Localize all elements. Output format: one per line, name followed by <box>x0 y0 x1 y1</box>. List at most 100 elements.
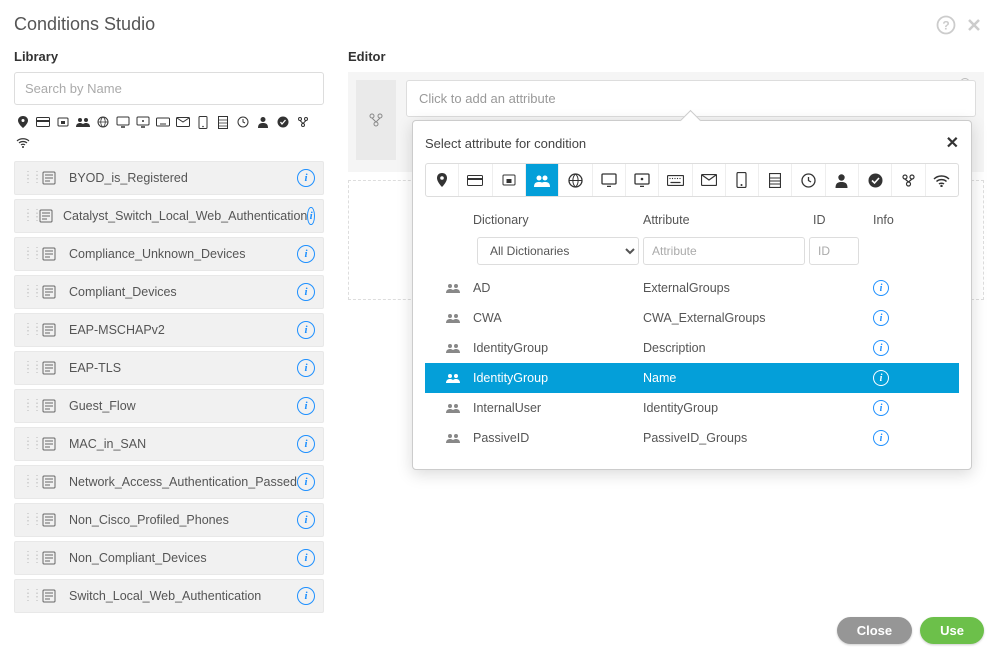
user-icon[interactable] <box>254 113 272 131</box>
server-icon[interactable] <box>214 113 232 131</box>
condition-icon <box>39 399 59 413</box>
hierarchy-icon[interactable] <box>294 113 312 131</box>
condition-icon <box>39 589 59 603</box>
server-icon[interactable] <box>759 164 792 196</box>
page-title: Conditions Studio <box>14 14 155 35</box>
library-item[interactable]: ⋮⋮⋮⋮EAP-TLSi <box>14 351 324 385</box>
info-icon[interactable]: i <box>297 359 315 377</box>
id-filter-input[interactable] <box>809 237 859 265</box>
location-icon[interactable] <box>426 164 459 196</box>
info-icon[interactable]: i <box>873 370 889 386</box>
info-icon[interactable]: i <box>297 283 315 301</box>
drag-handle-icon[interactable]: ⋮⋮⋮⋮ <box>23 478 33 486</box>
info-icon[interactable]: i <box>297 587 315 605</box>
library-item[interactable]: ⋮⋮⋮⋮ Non_Compliant_Devicesi <box>14 541 324 575</box>
library-item-label: Non_Compliant_Devices <box>69 551 297 565</box>
info-icon[interactable]: i <box>297 511 315 529</box>
attribute-filter-input[interactable] <box>643 237 805 265</box>
check-circle-icon[interactable] <box>274 113 292 131</box>
help-icon[interactable]: ? <box>936 15 956 35</box>
library-item[interactable]: ⋮⋮⋮⋮ BYOD_is_Registeredi <box>14 161 324 195</box>
drag-handle-icon[interactable]: ⋮⋮⋮⋮ <box>23 402 33 410</box>
port-icon[interactable] <box>54 113 72 131</box>
popup-close-icon[interactable]: ✕ <box>946 133 959 153</box>
users-icon <box>446 373 460 383</box>
info-icon[interactable]: i <box>297 321 315 339</box>
info-icon[interactable]: i <box>297 245 315 263</box>
location-icon[interactable] <box>14 113 32 131</box>
info-icon[interactable]: i <box>873 340 889 356</box>
attribute-row[interactable]: CWA CWA_ExternalGroups i <box>425 303 959 333</box>
info-icon[interactable]: i <box>873 400 889 416</box>
close-icon[interactable] <box>964 15 984 35</box>
attribute-row[interactable]: PassiveID PassiveID_Groups i <box>425 423 959 453</box>
mobile-icon[interactable] <box>194 113 212 131</box>
envelope-icon[interactable] <box>693 164 726 196</box>
library-item-label: EAP-MSCHAPv2 <box>69 323 297 337</box>
clock-icon[interactable] <box>234 113 252 131</box>
hierarchy-icon[interactable] <box>892 164 925 196</box>
library-item-label: Catalyst_Switch_Local_Web_Authentication <box>63 209 307 223</box>
dictionary-filter-select[interactable]: All Dictionaries <box>477 237 639 265</box>
globe-icon[interactable] <box>94 113 112 131</box>
attribute-row[interactable]: IdentityGroup Name i <box>425 363 959 393</box>
attribute-row[interactable]: IdentityGroup Description i <box>425 333 959 363</box>
keyboard-icon[interactable] <box>154 113 172 131</box>
drag-handle-icon[interactable]: ⋮⋮⋮⋮ <box>23 364 33 372</box>
port-icon[interactable] <box>493 164 526 196</box>
info-icon[interactable]: i <box>873 280 889 296</box>
monitor1-icon[interactable] <box>593 164 626 196</box>
info-icon[interactable]: i <box>297 549 315 567</box>
check-circle-icon[interactable] <box>859 164 892 196</box>
globe-icon[interactable] <box>559 164 592 196</box>
library-item[interactable]: ⋮⋮⋮⋮ EAP-MSCHAPv2i <box>14 313 324 347</box>
wifi-icon[interactable] <box>926 164 958 196</box>
info-icon[interactable]: i <box>297 169 315 187</box>
card-icon[interactable] <box>459 164 492 196</box>
drag-handle-icon[interactable]: ⋮⋮⋮⋮ <box>23 554 33 562</box>
users-icon[interactable] <box>526 164 559 196</box>
library-item[interactable]: ⋮⋮⋮⋮Non_Cisco_Profiled_Phonesi <box>14 503 324 537</box>
drag-handle-icon[interactable]: ⋮⋮⋮⋮ <box>23 326 33 334</box>
users-icon[interactable] <box>74 113 92 131</box>
monitor1-icon[interactable] <box>114 113 132 131</box>
info-icon[interactable]: i <box>307 207 315 225</box>
drag-handle-icon[interactable]: ⋮⋮⋮⋮ <box>23 592 33 600</box>
search-input[interactable] <box>14 72 324 105</box>
use-button[interactable]: Use <box>920 617 984 644</box>
library-item[interactable]: ⋮⋮⋮⋮Compliance_Unknown_Devicesi <box>14 237 324 271</box>
user-icon[interactable] <box>826 164 859 196</box>
info-icon[interactable]: i <box>297 473 315 491</box>
monitor2-icon[interactable] <box>626 164 659 196</box>
monitor2-icon[interactable] <box>134 113 152 131</box>
library-item[interactable]: ⋮⋮⋮⋮Guest_Flowi <box>14 389 324 423</box>
mobile-icon[interactable] <box>726 164 759 196</box>
library-item[interactable]: ⋮⋮⋮⋮Network_Access_Authentication_Passed… <box>14 465 324 499</box>
drag-handle-icon[interactable]: ⋮⋮⋮⋮ <box>23 288 33 296</box>
attribute-row[interactable]: AD ExternalGroups i <box>425 273 959 303</box>
close-button[interactable]: Close <box>837 617 912 644</box>
info-icon[interactable]: i <box>297 397 315 415</box>
editor-side-handle[interactable] <box>356 80 396 160</box>
condition-icon <box>39 361 59 375</box>
info-icon[interactable]: i <box>873 430 889 446</box>
library-item[interactable]: ⋮⋮⋮⋮MAC_in_SANi <box>14 427 324 461</box>
library-item[interactable]: ⋮⋮⋮⋮ Catalyst_Switch_Local_Web_Authentica… <box>14 199 324 233</box>
library-item-label: BYOD_is_Registered <box>69 171 297 185</box>
library-item[interactable]: ⋮⋮⋮⋮Switch_Local_Web_Authenticationi <box>14 579 324 613</box>
keyboard-icon[interactable] <box>659 164 692 196</box>
users-icon <box>446 283 460 293</box>
info-icon[interactable]: i <box>297 435 315 453</box>
info-icon[interactable]: i <box>873 310 889 326</box>
drag-handle-icon[interactable]: ⋮⋮⋮⋮ <box>23 440 33 448</box>
drag-handle-icon[interactable]: ⋮⋮⋮⋮ <box>23 174 33 182</box>
card-icon[interactable] <box>34 113 52 131</box>
clock-icon[interactable] <box>792 164 825 196</box>
envelope-icon[interactable] <box>174 113 192 131</box>
drag-handle-icon[interactable]: ⋮⋮⋮⋮ <box>23 516 33 524</box>
drag-handle-icon[interactable]: ⋮⋮⋮⋮ <box>23 250 33 258</box>
library-item[interactable]: ⋮⋮⋮⋮Compliant_Devicesi <box>14 275 324 309</box>
drag-handle-icon[interactable]: ⋮⋮⋮⋮ <box>23 212 33 220</box>
attribute-row[interactable]: InternalUser IdentityGroup i <box>425 393 959 423</box>
wifi-icon[interactable] <box>14 133 32 151</box>
